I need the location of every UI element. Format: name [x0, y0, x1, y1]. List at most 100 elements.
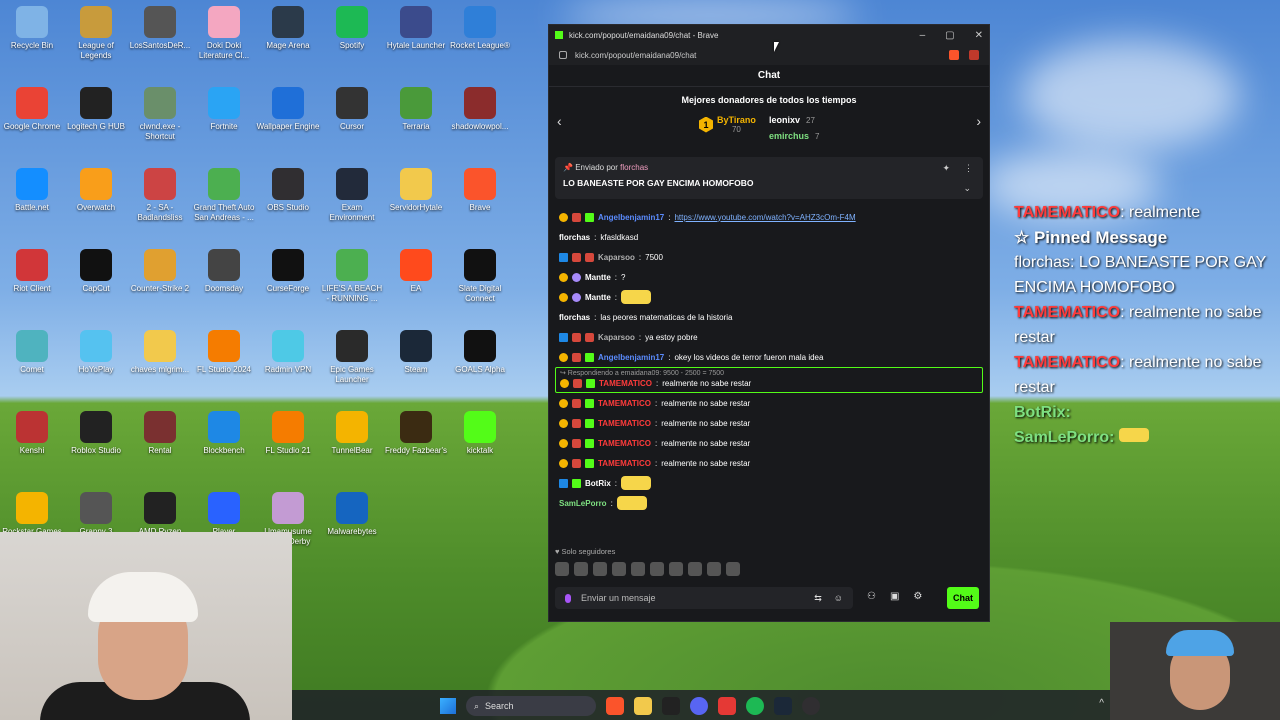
desktop-shortcut[interactable]: EA [384, 249, 448, 294]
address-url[interactable]: kick.com/popout/emaidana09/chat [575, 51, 696, 60]
pin-icon[interactable]: ✦ [942, 163, 950, 174]
desktop-shortcut[interactable]: clwnd.exe - Shortcut [128, 87, 192, 142]
desktop-shortcut[interactable]: FL Studio 21 [256, 411, 320, 456]
chat-username[interactable]: TAMEMATICO [598, 399, 651, 408]
reply-message[interactable]: ↪ Respondiendo a emaidana09: 9500 - 2500… [555, 367, 983, 393]
gift-icon[interactable]: ▣ [890, 591, 899, 602]
desktop-shortcut[interactable]: shadowlowpol... [448, 87, 512, 132]
desktop-shortcut[interactable]: Kenshi [0, 411, 64, 456]
desktop-shortcut[interactable]: LosSantosDeR... [128, 6, 192, 51]
emote-icon[interactable] [707, 562, 721, 576]
chat-username[interactable]: TAMEMATICO [598, 459, 651, 468]
desktop-shortcut[interactable]: Recycle Bin [0, 6, 64, 51]
emote-icon[interactable] [650, 562, 664, 576]
chat-message[interactable]: florchas: las peores matematicas de la hi… [559, 307, 979, 327]
desktop-shortcut[interactable]: Radmin VPN [256, 330, 320, 375]
desktop-shortcut[interactable]: Grand Theft Auto San Andreas - ... [192, 168, 256, 223]
desktop-shortcut[interactable]: kicktalk [448, 411, 512, 456]
desktop-shortcut[interactable]: Hytale Launcher [384, 6, 448, 51]
youtube-icon[interactable] [718, 697, 736, 715]
desktop-shortcut[interactable]: Rental [128, 411, 192, 456]
chat-message[interactable]: Angelbenjamin17: okey los videos de terro… [559, 347, 979, 367]
settings-icon[interactable]: ⚙ [913, 591, 922, 602]
emote-icon[interactable] [612, 562, 626, 576]
minimize-button[interactable]: – [920, 30, 926, 41]
brave-shields-icon[interactable] [949, 50, 959, 60]
desktop-shortcut[interactable]: Cursor [320, 87, 384, 132]
desktop-shortcut[interactable]: Logitech G HUB [64, 87, 128, 132]
chevron-up-icon[interactable]: ^ [1099, 698, 1104, 709]
donor-name[interactable]: leonixv [769, 115, 800, 125]
desktop-shortcut[interactable]: LIFE'S A BEACH - RUNNING ... [320, 249, 384, 304]
chat-message[interactable]: BotRix: [559, 473, 979, 493]
obs-taskbar-icon[interactable] [802, 697, 820, 715]
chat-username[interactable]: TAMEMATICO [598, 419, 651, 428]
desktop-shortcut[interactable]: CapCut [64, 249, 128, 294]
chat-username[interactable]: Kaparsoo [598, 333, 635, 342]
brave-rewards-icon[interactable] [969, 50, 979, 60]
desktop-shortcut[interactable]: Steam [384, 330, 448, 375]
desktop-shortcut[interactable]: Overwatch [64, 168, 128, 213]
chat-message[interactable]: TAMEMATICO: realmente no sabe restar [559, 413, 979, 433]
brave-taskbar-icon[interactable] [606, 697, 624, 715]
chat-message[interactable]: TAMEMATICO: realmente no sabe restar [559, 393, 979, 413]
address-bar[interactable]: kick.com/popout/emaidana09/chat [549, 45, 989, 65]
desktop-shortcut[interactable]: League of Legends [64, 6, 128, 61]
taskbar-search[interactable]: ⌕ Search [466, 696, 596, 716]
chat-message[interactable]: Angelbenjamin17: https://www.youtube.com/… [559, 207, 979, 227]
desktop-shortcut[interactable]: Player [192, 492, 256, 537]
desktop-shortcut[interactable]: ServidorHytale [384, 168, 448, 213]
desktop-shortcut[interactable]: Slate Digital Connect [448, 249, 512, 304]
message-input[interactable]: Enviar un mensaje [581, 593, 656, 603]
desktop-shortcut[interactable]: TunnelBear [320, 411, 384, 456]
desktop-shortcut[interactable]: Freddy Fazbear's [384, 411, 448, 456]
desktop-shortcut[interactable]: Wallpaper Engine [256, 87, 320, 132]
desktop-shortcut[interactable]: Terraria [384, 87, 448, 132]
desktop-shortcut[interactable]: Google Chrome [0, 87, 64, 132]
desktop-shortcut[interactable]: Spotify [320, 6, 384, 51]
pinned-message[interactable]: 📌 Enviado por florchas LO BANEASTE POR G… [555, 157, 983, 199]
desktop-shortcut[interactable]: Counter-Strike 2 [128, 249, 192, 294]
chat-username[interactable]: Mantte [585, 293, 611, 302]
chevron-down-icon[interactable]: ⌄ [963, 183, 971, 194]
chat-link[interactable]: https://www.youtube.com/watch?v=AHZ3cOm-… [674, 213, 855, 222]
spotify-taskbar-icon[interactable] [746, 697, 764, 715]
desktop-shortcut[interactable]: Comet [0, 330, 64, 375]
donor-name[interactable]: ByTirano [717, 115, 756, 125]
desktop-shortcut[interactable]: Epic Games Launcher [320, 330, 384, 385]
chevron-right-icon[interactable]: › [976, 113, 981, 129]
desktop-shortcut[interactable]: Blockbench [192, 411, 256, 456]
emote-icon[interactable] [726, 562, 740, 576]
chat-message[interactable]: SamLePorro: [559, 493, 979, 513]
close-button[interactable]: ✕ [975, 30, 983, 41]
desktop-shortcut[interactable]: Roblox Studio [64, 411, 128, 456]
desktop-shortcut[interactable]: Granny 3 [64, 492, 128, 537]
chat-username[interactable]: Angelbenjamin17 [598, 353, 664, 362]
steam-taskbar-icon[interactable] [774, 697, 792, 715]
translate-icon[interactable]: ⇆ [814, 593, 822, 604]
emote-icon[interactable] [669, 562, 683, 576]
chat-username[interactable]: SamLePorro [559, 499, 607, 508]
chevron-left-icon[interactable]: ‹ [557, 113, 562, 129]
desktop-shortcut[interactable]: OBS Studio [256, 168, 320, 213]
maximize-button[interactable]: ▢ [945, 30, 954, 41]
desktop-shortcut[interactable]: FL Studio 2024 [192, 330, 256, 375]
chat-username[interactable]: Mantte [585, 273, 611, 282]
donor-name[interactable]: emirchus [769, 131, 809, 141]
curseforge-taskbar-icon[interactable] [662, 697, 680, 715]
emote-icon[interactable] [574, 562, 588, 576]
desktop-shortcut[interactable]: CurseForge [256, 249, 320, 294]
desktop-shortcut[interactable]: HoYoPlay [64, 330, 128, 375]
chat-message[interactable]: Mantte:? [559, 267, 979, 287]
chat-message[interactable]: TAMEMATICO: realmente no sabe restar [560, 377, 978, 389]
desktop-shortcut[interactable]: Mage Arena [256, 6, 320, 51]
desktop-shortcut[interactable]: Fortnite [192, 87, 256, 132]
chat-username[interactable]: Kaparsoo [598, 253, 635, 262]
file-explorer-icon[interactable] [634, 697, 652, 715]
chat-message[interactable]: Kaparsoo:7500 [559, 247, 979, 267]
discord-icon[interactable] [690, 697, 708, 715]
desktop-shortcut[interactable]: GOALS Alpha [448, 330, 512, 375]
desktop-shortcut[interactable]: chaves mlgrim... [128, 330, 192, 375]
chat-username[interactable]: florchas [559, 313, 590, 322]
desktop-shortcut[interactable]: Rocket League® [448, 6, 512, 51]
